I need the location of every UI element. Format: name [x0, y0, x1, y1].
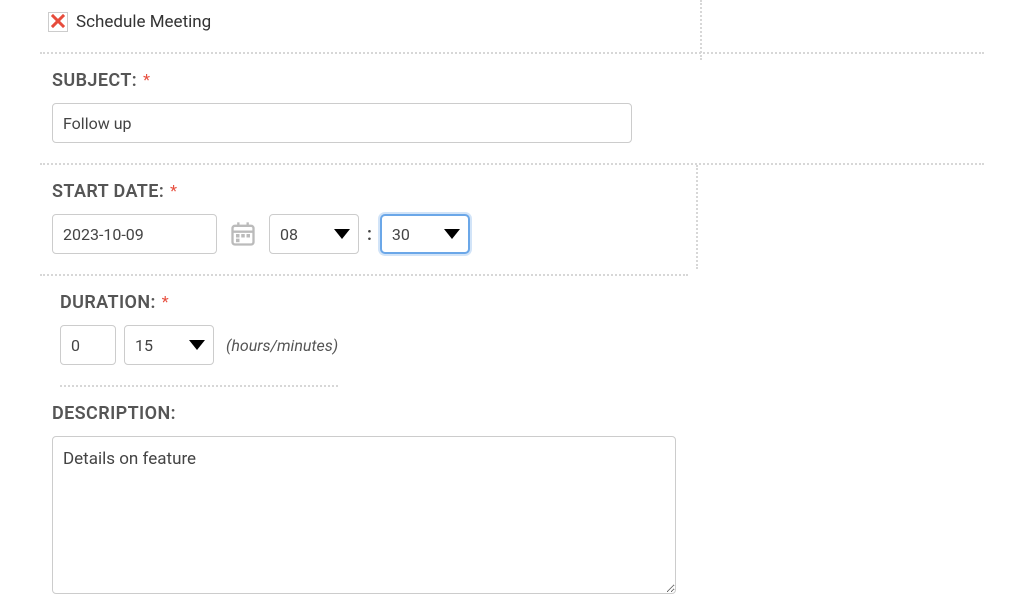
required-indicator: *: [143, 70, 150, 89]
description-label: DESCRIPTION:: [52, 403, 176, 424]
vertical-divider: [696, 165, 698, 269]
duration-minutes-select[interactable]: 15: [124, 325, 214, 365]
chevron-down-icon: [189, 340, 205, 350]
close-icon: [51, 13, 65, 32]
required-indicator: *: [162, 292, 169, 311]
chevron-down-icon: [334, 229, 350, 239]
subject-label: SUBJECT:: [52, 70, 137, 91]
calendar-icon[interactable]: [229, 220, 257, 248]
chevron-down-icon: [444, 229, 460, 239]
time-separator: :: [367, 224, 372, 245]
duration-unit-label: (hours/minutes): [226, 336, 338, 355]
subject-input[interactable]: [52, 103, 632, 143]
hour-select[interactable]: 08: [269, 214, 359, 254]
vertical-divider: [700, 0, 702, 60]
date-input[interactable]: [52, 214, 217, 254]
duration-minutes-value: 15: [135, 336, 189, 355]
minute-select[interactable]: 30: [380, 214, 470, 254]
description-textarea[interactable]: [52, 436, 676, 594]
hour-value: 08: [280, 225, 334, 244]
minute-value: 30: [392, 225, 444, 244]
duration-hours-input[interactable]: [60, 325, 116, 365]
required-indicator: *: [170, 181, 177, 200]
page-title: Schedule Meeting: [76, 12, 211, 32]
close-button[interactable]: [48, 12, 68, 32]
duration-label: DURATION:: [60, 292, 156, 313]
start-date-label: START DATE:: [52, 181, 164, 202]
